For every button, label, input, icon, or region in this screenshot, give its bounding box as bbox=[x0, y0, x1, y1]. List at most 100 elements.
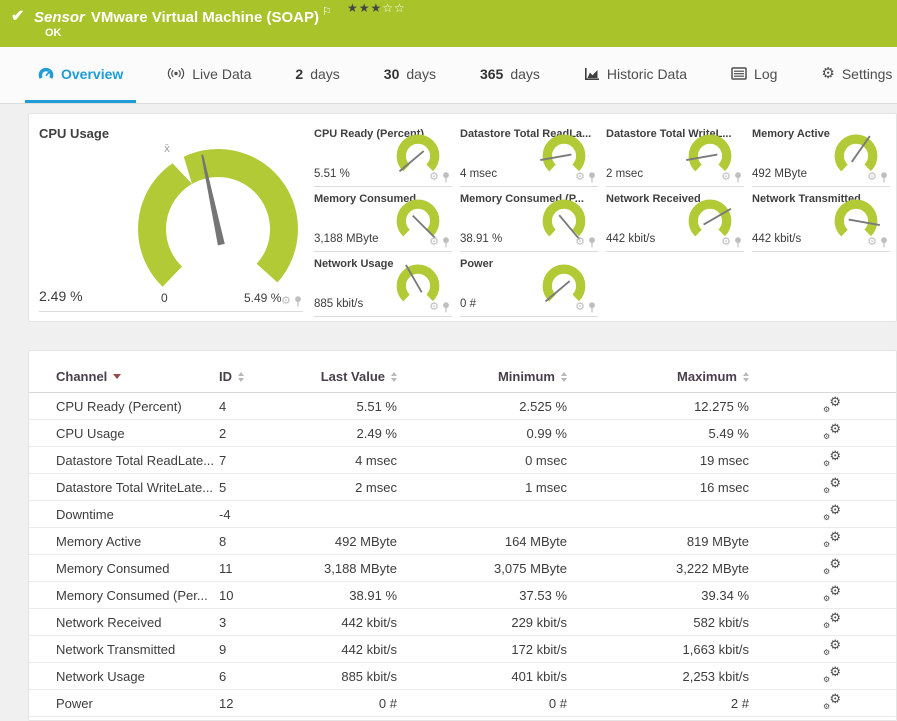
channel-settings-icon[interactable]: ⚙ ⚙ bbox=[823, 422, 841, 441]
tab-overview[interactable]: Overview bbox=[25, 47, 137, 103]
pin-icon[interactable] bbox=[294, 296, 302, 307]
pin-icon[interactable] bbox=[734, 172, 742, 183]
channel-name-cell: Network Transmitted bbox=[29, 635, 219, 663]
gauge-value: 38.91 % bbox=[460, 233, 503, 245]
gear-icon[interactable]: ⚙ bbox=[281, 296, 291, 307]
area-chart-icon bbox=[584, 67, 599, 80]
page-title: Sensor VMware Virtual Machine (SOAP) ⚐ bbox=[34, 5, 332, 26]
star-filled-icons[interactable]: ★★★ bbox=[347, 1, 382, 15]
table-row: CPU Usage 2 2.49 % 0.99 % 5.49 % ⚙ ⚙ bbox=[29, 419, 896, 447]
channel-settings-icon[interactable]: ⚙ ⚙ bbox=[823, 584, 841, 603]
last-value-cell: 0 # bbox=[299, 689, 397, 717]
last-value-cell: 2 msec bbox=[299, 473, 397, 501]
tab-settings[interactable]: ⚙ Settings bbox=[808, 47, 897, 103]
channel-settings-icon[interactable]: ⚙ ⚙ bbox=[823, 557, 841, 576]
maximum-cell: 2 # bbox=[567, 689, 749, 717]
column-header-last-value[interactable]: Last Value bbox=[299, 365, 397, 393]
tab-label: Settings bbox=[841, 65, 893, 82]
pin-icon[interactable] bbox=[588, 172, 596, 183]
channel-settings-icon[interactable]: ⚙ ⚙ bbox=[823, 530, 841, 549]
minimum-cell: 37.53 % bbox=[397, 581, 567, 609]
channel-name-cell: Memory Active bbox=[29, 527, 219, 555]
channel-name-cell: CPU Usage bbox=[29, 419, 219, 447]
gear-icon[interactable]: ⚙ bbox=[429, 302, 439, 313]
maximum-cell: 2,253 kbit/s bbox=[567, 662, 749, 690]
channel-settings-icon[interactable]: ⚙ ⚙ bbox=[823, 665, 841, 684]
priority-rating[interactable]: ★★★☆☆ bbox=[347, 1, 406, 15]
pin-icon[interactable] bbox=[588, 237, 596, 248]
gauge-cell-network-received: Network Received 442 kbit/s ⚙ bbox=[606, 191, 744, 252]
sort-icon bbox=[743, 371, 749, 382]
gauge-value: 0 # bbox=[460, 298, 476, 310]
maximum-cell: 39.34 % bbox=[567, 581, 749, 609]
table-row: CPU Ready (Percent) 4 5.51 % 2.525 % 12.… bbox=[29, 392, 896, 420]
gauge-cell-datastore-write: Datastore Total WriteL... 2 msec ⚙ bbox=[606, 126, 744, 187]
channel-settings-icon[interactable]: ⚙ ⚙ bbox=[823, 449, 841, 468]
tab-365-days[interactable]: 365 days bbox=[467, 47, 553, 103]
last-value-cell: 38.91 % bbox=[299, 581, 397, 609]
pin-icon[interactable] bbox=[442, 302, 450, 313]
sort-icon bbox=[561, 371, 567, 382]
tab-2-days[interactable]: 2 days bbox=[282, 47, 352, 103]
gear-icon[interactable]: ⚙ bbox=[575, 172, 585, 183]
flag-icon[interactable]: ⚐ bbox=[322, 6, 332, 18]
gauge-value: 3,188 MByte bbox=[314, 233, 379, 245]
id-cell: 8 bbox=[219, 527, 299, 555]
sensor-page: ✔ Sensor VMware Virtual Machine (SOAP) ⚐ ★… bbox=[0, 0, 897, 721]
pin-icon[interactable] bbox=[442, 172, 450, 183]
pin-icon[interactable] bbox=[880, 237, 888, 248]
gauge-cell-power: Power 0 # ⚙ bbox=[460, 256, 598, 317]
gauge-actions: ⚙ bbox=[575, 302, 596, 313]
column-header-id[interactable]: ID bbox=[219, 365, 299, 393]
object-kind-label: Sensor bbox=[34, 9, 85, 26]
pin-icon[interactable] bbox=[880, 172, 888, 183]
tab-log[interactable]: Log bbox=[718, 47, 790, 103]
channel-name-cell: Datastore Total WriteLate... bbox=[29, 473, 219, 501]
column-header-maximum[interactable]: Maximum bbox=[567, 365, 749, 393]
tab-label: days bbox=[406, 65, 436, 82]
tab-30-days[interactable]: 30 days bbox=[371, 47, 449, 103]
table-row: Memory Active 8 492 MByte 164 MByte 819 … bbox=[29, 527, 896, 555]
channel-settings-icon[interactable]: ⚙ ⚙ bbox=[823, 395, 841, 414]
channel-settings-icon[interactable]: ⚙ ⚙ bbox=[823, 611, 841, 630]
maximum-cell: 16 msec bbox=[567, 473, 749, 501]
gear-icon[interactable]: ⚙ bbox=[721, 172, 731, 183]
table-row: Network Transmitted 9 442 kbit/s 172 kbi… bbox=[29, 635, 896, 663]
gear-icon[interactable]: ⚙ bbox=[429, 172, 439, 183]
minimum-cell: 229 kbit/s bbox=[397, 608, 567, 636]
gear-icon[interactable]: ⚙ bbox=[721, 237, 731, 248]
channel-name-cell: Network Usage bbox=[29, 662, 219, 690]
gear-icon[interactable]: ⚙ bbox=[575, 302, 585, 313]
big-gauge-value: 2.49 % bbox=[39, 288, 83, 304]
pin-icon[interactable] bbox=[442, 237, 450, 248]
minimum-cell bbox=[397, 500, 567, 528]
column-header-channel[interactable]: Channel bbox=[29, 365, 219, 393]
channel-settings-icon[interactable]: ⚙ ⚙ bbox=[823, 638, 841, 657]
gear-icon[interactable]: ⚙ bbox=[575, 237, 585, 248]
channel-settings-icon[interactable]: ⚙ ⚙ bbox=[823, 503, 841, 522]
gauge-value: 442 kbit/s bbox=[752, 233, 802, 245]
sort-desc-icon bbox=[113, 374, 122, 379]
gear-icon[interactable]: ⚙ bbox=[429, 237, 439, 248]
gauge-value: 492 MByte bbox=[752, 168, 807, 180]
star-empty-icons[interactable]: ☆☆ bbox=[382, 1, 406, 15]
last-value-cell: 5.51 % bbox=[299, 392, 397, 420]
pin-icon[interactable] bbox=[734, 237, 742, 248]
gauge-actions: ⚙ bbox=[429, 172, 450, 183]
table-row: Network Usage 6 885 kbit/s 401 kbit/s 2,… bbox=[29, 662, 896, 690]
gauge-value: 2 msec bbox=[606, 168, 644, 180]
pin-icon[interactable] bbox=[588, 302, 596, 313]
gear-icon[interactable]: ⚙ bbox=[867, 172, 877, 183]
channel-settings-icon[interactable]: ⚙ ⚙ bbox=[823, 692, 841, 711]
column-header-minimum[interactable]: Minimum bbox=[397, 365, 567, 393]
channels-table: Channel ID Last Value Minimum Maximum CP… bbox=[29, 365, 896, 717]
tab-live-data[interactable]: Live Data bbox=[154, 47, 264, 103]
gauge-actions: ⚙ bbox=[867, 237, 888, 248]
channel-settings-icon[interactable]: ⚙ ⚙ bbox=[823, 476, 841, 495]
gauge-actions: ⚙ bbox=[575, 237, 596, 248]
tab-historic-data[interactable]: Historic Data bbox=[571, 47, 700, 103]
gear-icon[interactable]: ⚙ bbox=[867, 237, 877, 248]
table-row: Memory Consumed 11 3,188 MByte 3,075 MBy… bbox=[29, 554, 896, 582]
minimum-cell: 164 MByte bbox=[397, 527, 567, 555]
sensor-name: VMware Virtual Machine (SOAP) bbox=[90, 9, 319, 26]
